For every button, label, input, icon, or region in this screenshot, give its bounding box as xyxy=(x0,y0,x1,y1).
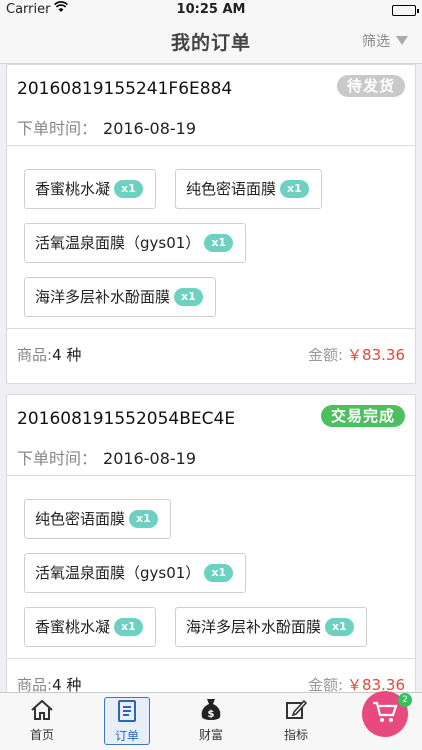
tab-label: 财富 xyxy=(198,728,223,742)
item-name: 活氧温泉面膜（gys01） xyxy=(35,564,201,582)
item-chip[interactable]: 纯色密语面膜 x1 xyxy=(175,169,322,209)
order-time-label: 下单时间： xyxy=(17,119,98,138)
order-time-row: 下单时间： 2016-08-19 xyxy=(17,115,196,139)
status-badge: 待发货 xyxy=(336,75,405,97)
order-amount: ￥83.36 xyxy=(347,676,405,692)
cart-icon xyxy=(372,701,398,727)
tab-label: 订单 xyxy=(114,729,139,743)
quantity-badge: x1 xyxy=(204,233,234,252)
tab-wealth[interactable]: $ 财富 xyxy=(176,697,246,745)
item-name: 活氧温泉面膜（gys01） xyxy=(35,234,201,252)
order-time-label: 下单时间： xyxy=(17,449,98,468)
tab-orders[interactable]: 订单 xyxy=(104,697,150,745)
page-title: 我的订单 xyxy=(170,32,251,54)
item-chip[interactable]: 活氧温泉面膜（gys01） x1 xyxy=(24,223,247,263)
divider xyxy=(7,475,415,476)
clock: 10:25 AM xyxy=(176,2,246,17)
amount-label: 金额: xyxy=(307,346,344,364)
divider xyxy=(7,328,415,329)
amount-row: 金额: ￥83.36 xyxy=(308,674,405,692)
item-chip[interactable]: 海洋多层补水酚面膜 x1 xyxy=(24,277,216,317)
goods-count-row: 商品:4 种 xyxy=(17,344,81,365)
filter-button[interactable]: 筛选 xyxy=(362,31,408,51)
order-time-row: 下单时间： 2016-08-19 xyxy=(17,445,196,469)
quantity-badge: x1 xyxy=(325,617,354,636)
order-card[interactable]: 201608191552054BEC4E 交易完成 下单时间： 2016-08-1… xyxy=(6,394,416,692)
item-name: 香蜜桃水凝 xyxy=(35,180,111,198)
item-name: 纯色密语面膜 xyxy=(35,510,126,528)
item-chip[interactable]: 纯色密语面膜 x1 xyxy=(24,499,171,539)
item-name: 香蜜桃水凝 xyxy=(35,618,111,636)
tab-label: 首页 xyxy=(29,728,54,742)
order-list[interactable]: 20160819155241F6E884 待发货 下单时间： 2016-08-19… xyxy=(0,64,422,692)
goods-label: 商品: xyxy=(17,346,53,364)
quantity-badge: x1 xyxy=(280,179,309,198)
filter-label: 筛选 xyxy=(362,34,390,50)
tab-label: 指标 xyxy=(283,728,308,742)
item-name: 纯色密语面膜 xyxy=(186,180,277,198)
navigation-bar: 我的订单 筛选 xyxy=(0,20,422,64)
tab-home[interactable]: 首页 xyxy=(7,697,77,745)
order-date: 2016-08-19 xyxy=(103,449,196,468)
item-chip[interactable]: 香蜜桃水凝 x1 xyxy=(24,607,156,647)
goods-count-row: 商品:4 种 xyxy=(17,674,81,692)
quantity-badge: x1 xyxy=(114,179,143,198)
money-bag-icon: $ xyxy=(176,697,246,723)
item-chip[interactable]: 活氧温泉面膜（gys01） x1 xyxy=(24,553,247,593)
quantity-badge: x1 xyxy=(114,617,143,636)
battery-icon xyxy=(392,5,419,16)
item-chip[interactable]: 海洋多层补水酚面膜 x1 xyxy=(175,607,367,647)
goods-count: 4 种 xyxy=(52,676,82,692)
svg-text:$: $ xyxy=(208,709,215,720)
divider xyxy=(7,658,415,659)
divider xyxy=(7,145,415,146)
amount-row: 金额: ￥83.36 xyxy=(308,344,405,365)
amount-label: 金额: xyxy=(307,676,344,692)
item-chip[interactable]: 香蜜桃水凝 x1 xyxy=(24,169,156,209)
funnel-icon xyxy=(396,35,408,45)
order-date: 2016-08-19 xyxy=(103,119,196,138)
item-name: 海洋多层补水酚面膜 xyxy=(186,618,322,636)
status-badge: 交易完成 xyxy=(320,405,405,427)
home-icon xyxy=(7,697,77,723)
tab-metrics[interactable]: 指标 xyxy=(261,697,331,745)
order-amount: ￥83.36 xyxy=(347,346,405,364)
quantity-badge: x1 xyxy=(174,287,203,306)
cart-count-badge: 2 xyxy=(398,693,412,707)
item-name: 海洋多层补水酚面膜 xyxy=(35,288,171,306)
order-card[interactable]: 20160819155241F6E884 待发货 下单时间： 2016-08-19… xyxy=(6,64,416,384)
order-list-icon xyxy=(105,698,149,724)
edit-icon xyxy=(261,697,331,723)
quantity-badge: x1 xyxy=(204,563,234,582)
order-number: 20160819155241F6E884 xyxy=(17,79,233,99)
quantity-badge: x1 xyxy=(129,509,158,528)
goods-count: 4 种 xyxy=(52,346,82,364)
goods-label: 商品: xyxy=(17,676,53,692)
status-bar: Carrier 10:25 AM xyxy=(0,0,422,20)
tab-bar: 首页 订单 $ 财富 指标 xyxy=(0,692,422,750)
order-number: 201608191552054BEC4E xyxy=(17,409,236,429)
